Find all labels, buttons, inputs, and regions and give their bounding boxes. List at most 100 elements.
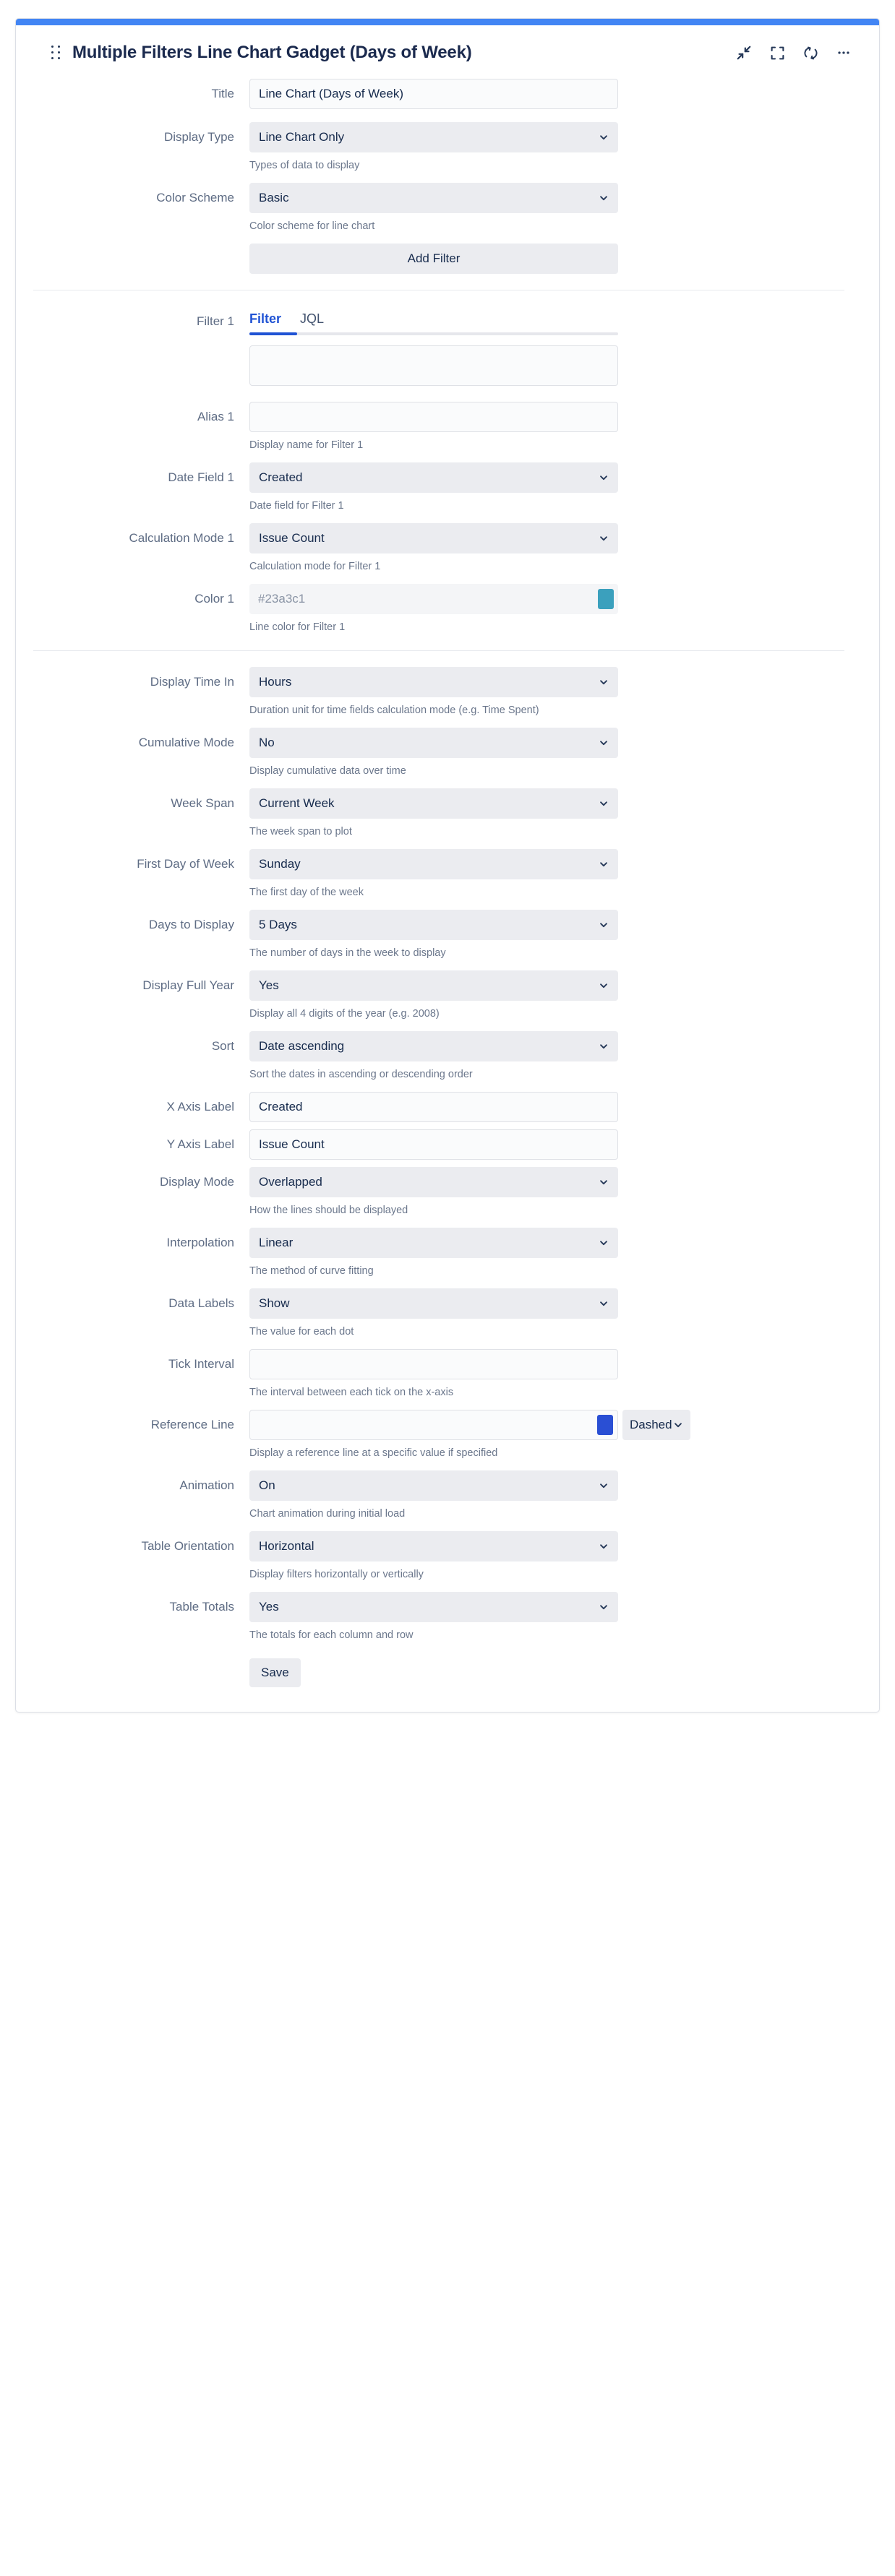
field-row-tick-interval: Tick Interval The interval between each … xyxy=(16,1349,879,1400)
helper-color-scheme: Color scheme for line chart xyxy=(249,220,375,232)
chevron-down-icon xyxy=(599,1041,609,1051)
title-input[interactable] xyxy=(249,79,618,109)
helper-table-totals: The totals for each column and row xyxy=(249,1629,414,1641)
display-mode-select[interactable]: Overlapped xyxy=(249,1167,618,1197)
table-totals-select[interactable]: Yes xyxy=(249,1592,618,1622)
page-root: Multiple Filters Line Chart Gadget (Days… xyxy=(0,0,895,2576)
table-orientation-select[interactable]: Horizontal xyxy=(249,1531,618,1561)
label-display-type: Display Type xyxy=(163,130,234,144)
color-1-input[interactable] xyxy=(258,592,598,606)
chevron-down-icon xyxy=(599,738,609,748)
animation-select[interactable]: On xyxy=(249,1470,618,1501)
label-days-to-display: Days to Display xyxy=(148,918,234,931)
more-options-icon[interactable] xyxy=(834,43,853,62)
chevron-down-icon xyxy=(599,1481,609,1491)
helper-table-orientation: Display filters horizontally or vertical… xyxy=(249,1569,424,1580)
label-title: Title xyxy=(211,87,235,100)
reference-line-input[interactable] xyxy=(259,1418,597,1432)
date-field-1-value: Created xyxy=(259,470,303,484)
helper-reference-line: Display a reference line at a specific v… xyxy=(249,1447,498,1459)
tick-interval-input[interactable] xyxy=(249,1349,618,1379)
field-row-days-to-display: Days to Display 5 Days The number of day… xyxy=(16,910,879,960)
date-field-1-select[interactable]: Created xyxy=(249,462,618,493)
helper-interpolation: The method of curve fitting xyxy=(249,1265,374,1277)
gadget-header: Multiple Filters Line Chart Gadget (Days… xyxy=(16,25,879,79)
days-to-display-select[interactable]: 5 Days xyxy=(249,910,618,940)
display-time-in-select[interactable]: Hours xyxy=(249,667,618,697)
label-filter-1: Filter 1 xyxy=(197,314,234,328)
page-title: Multiple Filters Line Chart Gadget (Days… xyxy=(72,43,472,62)
field-row-reference-line: Reference Line Dashed Display a referenc… xyxy=(16,1410,879,1460)
color-scheme-select[interactable]: Basic xyxy=(249,183,618,213)
drag-handle-icon[interactable] xyxy=(51,45,62,61)
display-mode-value: Overlapped xyxy=(259,1175,322,1189)
field-row-filter-1: Filter 1 Filter JQL xyxy=(16,306,879,386)
chevron-down-icon xyxy=(599,1238,609,1248)
calculation-mode-1-select[interactable]: Issue Count xyxy=(249,523,618,553)
reference-line-style-select[interactable]: Dashed xyxy=(622,1410,690,1440)
reference-line-color-swatch[interactable] xyxy=(597,1415,613,1435)
refresh-icon[interactable] xyxy=(801,43,820,62)
first-day-of-week-select[interactable]: Sunday xyxy=(249,849,618,879)
days-to-display-value: 5 Days xyxy=(259,918,297,931)
field-row-display-time-in: Display Time In Hours Duration unit for … xyxy=(16,667,879,718)
collapse-icon[interactable] xyxy=(735,43,753,62)
helper-alias-1: Display name for Filter 1 xyxy=(249,439,364,451)
tab-filter[interactable]: Filter xyxy=(249,309,281,328)
color-1-swatch[interactable] xyxy=(598,589,614,609)
display-full-year-select[interactable]: Yes xyxy=(249,970,618,1001)
chevron-down-icon xyxy=(599,1177,609,1187)
cumulative-mode-select[interactable]: No xyxy=(249,728,618,758)
field-row-display-mode: Display Mode Overlapped How the lines sh… xyxy=(16,1167,879,1218)
field-row-table-totals: Table Totals Yes The totals for each col… xyxy=(16,1592,879,1642)
field-row-title: Title xyxy=(16,79,879,109)
field-row-cumulative-mode: Cumulative Mode No Display cumulative da… xyxy=(16,728,879,778)
helper-days-to-display: The number of days in the week to displa… xyxy=(249,947,446,959)
label-sort: Sort xyxy=(211,1039,234,1053)
cumulative-mode-value: No xyxy=(259,736,275,749)
helper-first-day-of-week: The first day of the week xyxy=(249,887,364,898)
label-x-axis-label: X Axis Label xyxy=(166,1100,234,1113)
display-type-select[interactable]: Line Chart Only xyxy=(249,122,618,152)
chevron-down-icon xyxy=(599,193,609,203)
x-axis-label-input[interactable] xyxy=(249,1092,618,1122)
helper-display-full-year: Display all 4 digits of the year (e.g. 2… xyxy=(249,1008,440,1020)
field-row-color-1: Color 1 Line color for Filter 1 xyxy=(16,584,879,634)
data-labels-select[interactable]: Show xyxy=(249,1288,618,1319)
tab-underline-rail xyxy=(249,332,618,335)
label-cumulative-mode: Cumulative Mode xyxy=(138,736,234,749)
filter-query-input[interactable] xyxy=(249,345,618,386)
tab-jql[interactable]: JQL xyxy=(300,309,324,328)
chevron-down-icon xyxy=(599,981,609,991)
chevron-down-icon xyxy=(599,1298,609,1309)
field-row-alias-1: Alias 1 Display name for Filter 1 xyxy=(16,402,879,452)
helper-sort: Sort the dates in ascending or descendin… xyxy=(249,1069,473,1080)
label-table-totals: Table Totals xyxy=(169,1600,234,1614)
alias-1-input[interactable] xyxy=(249,402,618,432)
save-button[interactable]: Save xyxy=(249,1658,301,1687)
week-span-select[interactable]: Current Week xyxy=(249,788,618,819)
chevron-down-icon xyxy=(599,473,609,483)
sort-select[interactable]: Date ascending xyxy=(249,1031,618,1061)
reference-line-controls: Dashed xyxy=(249,1410,879,1440)
reference-line-value-field xyxy=(249,1410,618,1440)
fullscreen-icon[interactable] xyxy=(768,43,787,62)
add-filter-button[interactable]: Add Filter xyxy=(249,244,618,274)
helper-color-1: Line color for Filter 1 xyxy=(249,621,346,633)
section-divider xyxy=(33,650,844,651)
y-axis-label-input[interactable] xyxy=(249,1129,618,1160)
helper-calculation-mode-1: Calculation mode for Filter 1 xyxy=(249,561,381,572)
display-type-value: Line Chart Only xyxy=(259,130,345,144)
label-alias-1: Alias 1 xyxy=(197,410,234,423)
interpolation-select[interactable]: Linear xyxy=(249,1228,618,1258)
label-y-axis-label: Y Axis Label xyxy=(166,1137,234,1151)
field-row-animation: Animation On Chart animation during init… xyxy=(16,1470,879,1521)
display-full-year-value: Yes xyxy=(259,978,279,992)
chevron-down-icon xyxy=(599,1602,609,1612)
color-scheme-value: Basic xyxy=(259,191,289,204)
field-row-table-orientation: Table Orientation Horizontal Display fil… xyxy=(16,1531,879,1582)
field-row-save: Save xyxy=(16,1658,879,1687)
label-week-span: Week Span xyxy=(171,796,234,810)
data-labels-value: Show xyxy=(259,1296,290,1310)
helper-week-span: The week span to plot xyxy=(249,826,352,837)
